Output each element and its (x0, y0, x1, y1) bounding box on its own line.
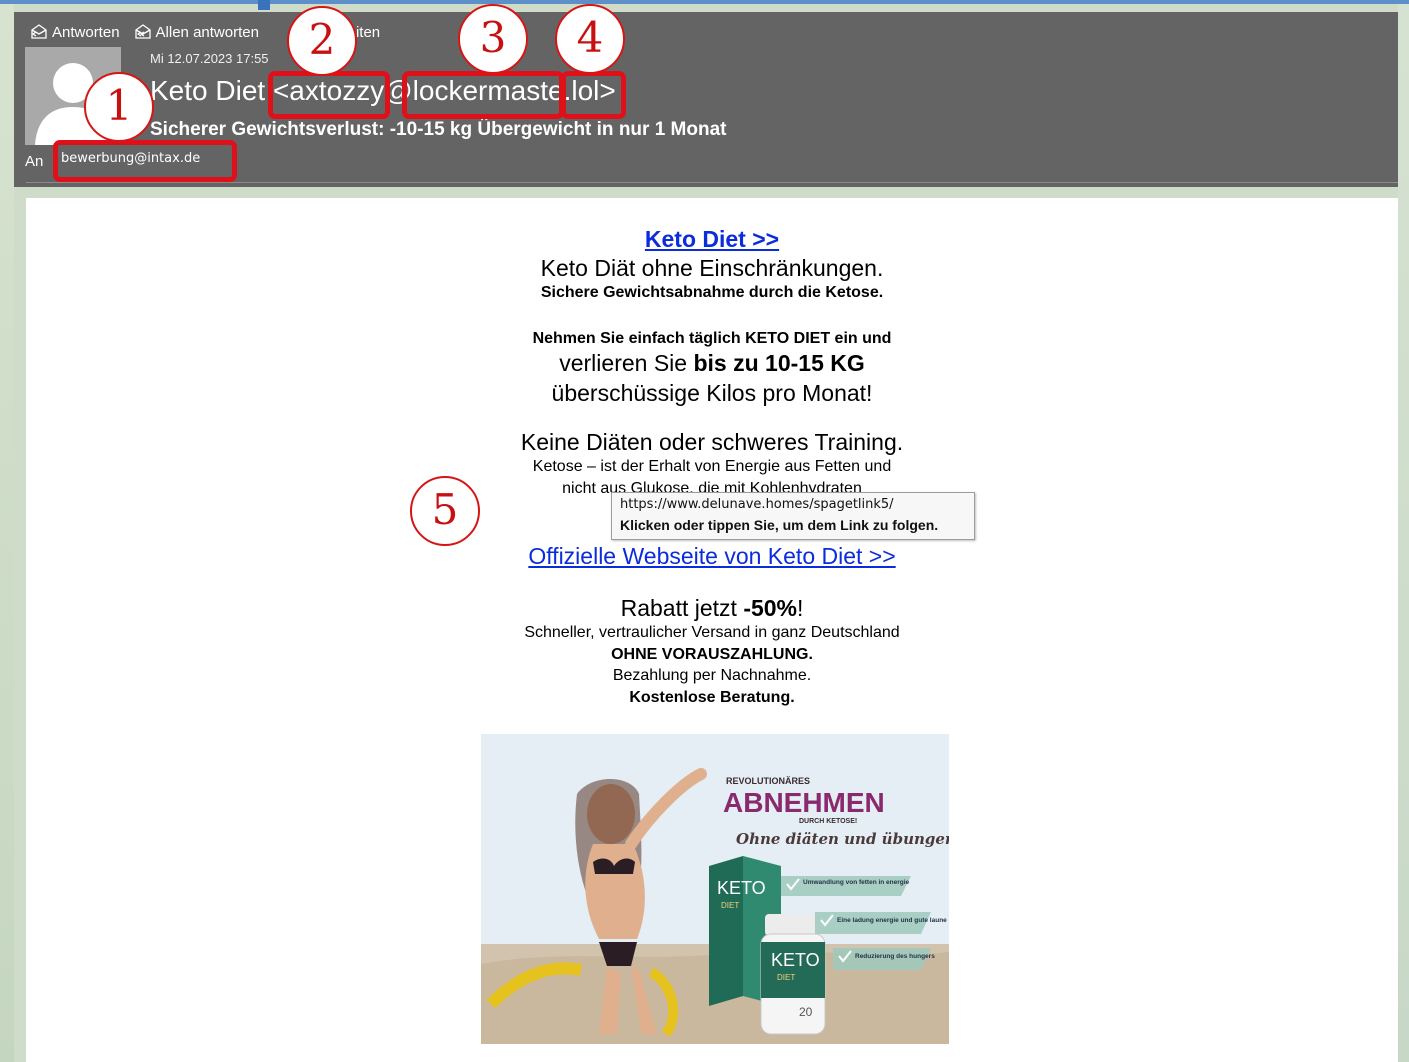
bottle-brand: KETO (771, 950, 820, 970)
window-top-border (0, 0, 1409, 4)
annotation-box-tld (561, 71, 626, 119)
annotation-number-3: 3 (458, 4, 528, 74)
header-divider (26, 182, 1398, 183)
body-line-7: Ketose – ist der Erhalt von Energie aus … (532, 458, 892, 475)
reply-all-button[interactable]: Allen antworten (134, 22, 259, 42)
discount-value: -50% (743, 595, 798, 621)
bottle-count: 20 (799, 1005, 813, 1019)
window-right-border (1398, 4, 1409, 1062)
box-brand: KETO (717, 878, 766, 898)
body-line-5: überschüssige Kilos pro Monat! (551, 380, 873, 406)
reply-all-icon (134, 24, 151, 39)
window-left-border (0, 4, 14, 1062)
promo-tagline: Ohne diäten und übungen! (736, 830, 949, 848)
tooltip-url: https://www.delunave.homes/spagetlink5/ (620, 497, 894, 512)
body-line-4-bold: bis zu 10-15 KG (693, 350, 865, 376)
shipping-line: Schneller, vertraulicher Versand in ganz… (524, 624, 900, 641)
consultation-line: Kostenlose Beratung. (629, 689, 795, 706)
body-line-4-text: verlieren Sie (559, 350, 694, 376)
annotation-number-5: 5 (410, 476, 480, 546)
body-line-2: Sichere Gewichtsabnahme durch die Ketose… (540, 284, 884, 301)
annotation-box-domain (402, 71, 564, 119)
annotation-number-4: 4 (555, 4, 625, 74)
reply-all-label: Allen antworten (155, 23, 259, 41)
link-hover-tooltip: https://www.delunave.homes/spagetlink5/ … (611, 492, 975, 540)
promo-subheadline: DURCH KETOSE! (799, 818, 857, 825)
official-website-link[interactable]: Offizielle Webseite von Keto Diet >> (528, 543, 895, 569)
benefit-1: Umwandlung von fetten in energie (803, 879, 910, 886)
payment-line: Bezahlung per Nachnahme. (612, 667, 812, 684)
body-line-6: Keine Diäten oder schweres Training. (520, 429, 904, 455)
benefit-2: Eine ladung energie und gute laune (837, 917, 947, 924)
reply-label: Antworten (52, 23, 120, 41)
to-label: An (25, 153, 44, 170)
keto-promo-image[interactable]: REVOLUTIONÄRES ABNEHMEN DURCH KETOSE! Oh… (481, 734, 949, 1044)
promo-illustration: REVOLUTIONÄRES ABNEHMEN DURCH KETOSE! Oh… (481, 734, 949, 1044)
discount-line: Rabatt jetzt -50%! (26, 595, 1398, 622)
body-line-4: verlieren Sie bis zu 10-15 KG (26, 350, 1398, 377)
promo-revolutionary: REVOLUTIONÄRES (726, 776, 810, 786)
promo-headline: ABNEHMEN (723, 787, 885, 818)
bottle-sub: DIET (777, 973, 795, 982)
annotation-number-2: 2 (287, 6, 357, 76)
reply-button[interactable]: Antworten (30, 22, 120, 42)
message-body: Keto Diet >> Keto Diät ohne Einschränkun… (26, 198, 1398, 1062)
benefit-3: Reduzierung des hungers (855, 953, 935, 960)
keto-diet-link[interactable]: Keto Diet >> (645, 226, 779, 252)
message-date: Mi 12.07.2023 17:55 (150, 51, 269, 66)
no-prepayment-line: OHNE VORAUSZAHLUNG. (611, 646, 813, 663)
annotation-box-local-part (268, 71, 390, 119)
annotation-number-1: 1 (84, 72, 154, 142)
sender-name: Keto Diet (150, 75, 266, 106)
message-subject: Sicherer Gewichtsverlust: -10-15 kg Über… (150, 119, 727, 140)
tooltip-hint: Klicken oder tippen Sie, um dem Link zu … (620, 517, 939, 533)
discount-text: Rabatt jetzt (620, 595, 744, 621)
reply-icon (31, 24, 47, 39)
annotation-box-recipient (53, 140, 237, 182)
body-line-3: Nehmen Sie einfach täglich KETO DIET ein… (532, 330, 892, 347)
body-line-1: Keto Diät ohne Einschränkungen. (540, 255, 884, 281)
box-sub: DIET (721, 901, 739, 910)
window-top-accent (258, 0, 270, 10)
discount-suffix: ! (797, 595, 804, 621)
